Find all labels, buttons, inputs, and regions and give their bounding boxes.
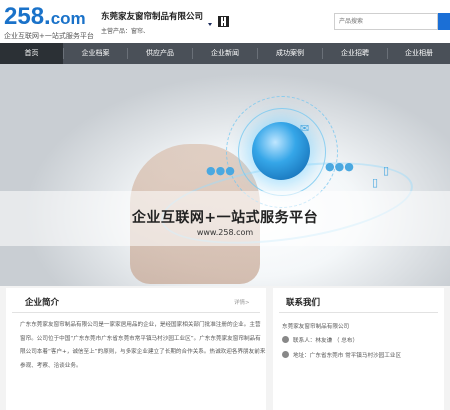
person-icon — [282, 336, 289, 343]
main-nav: 首页 企业档案 供应产品 企业新闻 成功案例 企业招聘 企业相册 — [0, 43, 450, 64]
search-input[interactable] — [334, 13, 438, 30]
nav-item-home[interactable]: 首页 — [0, 43, 63, 64]
nav-item-profile[interactable]: 企业档案 — [64, 43, 127, 64]
intro-title: 企业简介 — [25, 298, 60, 308]
contact-panel: 联系我们 东莞家友窗帘制品有限公司 联系人：林友谦 （ 总布） 地址：广东省东莞… — [273, 288, 444, 410]
company-name: 东莞家友窗帘制品有限公司 — [101, 12, 204, 22]
intro-text: 广东东莞家友窗帘制品有限公司是一家家居用品的企业，是经国家相关部门批准注册的企业… — [20, 322, 266, 369]
intro-more-link[interactable]: 详情> — [234, 298, 250, 306]
site-logo[interactable]: 258.com 企业互联网+一站式服务平台 — [4, 3, 94, 41]
divider — [12, 312, 260, 313]
nav-item-jobs[interactable]: 企业招聘 — [323, 43, 387, 64]
banner-url: www.258.com — [196, 228, 254, 237]
nav-item-products[interactable]: 供应产品 — [128, 43, 192, 64]
main-products: 主营产品：窗帘、 — [101, 28, 150, 35]
logo-tagline: 企业互联网+一站式服务平台 — [4, 32, 94, 40]
contact-address-row: 地址：广东省东莞市 常平镇马村沙园工业区 — [282, 351, 401, 359]
contact-address: 地址：广东省东莞市 常平镇马村沙园工业区 — [293, 353, 402, 359]
mail-icon: ✉ — [300, 122, 310, 135]
intro-panel: 企业简介 详情> 广东东莞家友窗帘制品有限公司是一家家居用品的企业，是经国家相关… — [6, 288, 266, 410]
contact-title: 联系我们 — [286, 298, 321, 308]
phone-icon: ▯ — [383, 164, 390, 177]
divider — [279, 312, 438, 313]
nav-item-cases[interactable]: 成功案例 — [258, 43, 322, 64]
people-icon: ●●● — [325, 160, 354, 173]
search-button[interactable] — [438, 13, 450, 30]
hero-banner[interactable]: ●●● ●●● ✉ ▯ ▯ 企业互联网+一站式服务平台 www.258.com — [0, 64, 450, 286]
contact-person: 联系人：林友谦 （ 总布） — [293, 338, 359, 344]
nav-item-album[interactable]: 企业相册 — [388, 43, 450, 64]
people-icon: ●●● — [206, 164, 235, 177]
location-icon — [282, 351, 289, 358]
nav-item-news[interactable]: 企业新闻 — [193, 43, 257, 64]
chevron-down-icon[interactable] — [208, 23, 212, 26]
logo-text: 258.com — [4, 3, 86, 30]
phone-icon: ▯ — [372, 176, 379, 189]
contact-person-row: 联系人：林友谦 （ 总布） — [282, 336, 358, 344]
qr-code-icon[interactable] — [218, 16, 229, 27]
banner-slogan: 企业互联网+一站式服务平台 — [131, 210, 319, 226]
header: 258.com 企业互联网+一站式服务平台 东莞家友窗帘制品有限公司 主营产品：… — [0, 0, 450, 43]
contact-company: 东莞家友窗帘制品有限公司 — [282, 324, 350, 330]
